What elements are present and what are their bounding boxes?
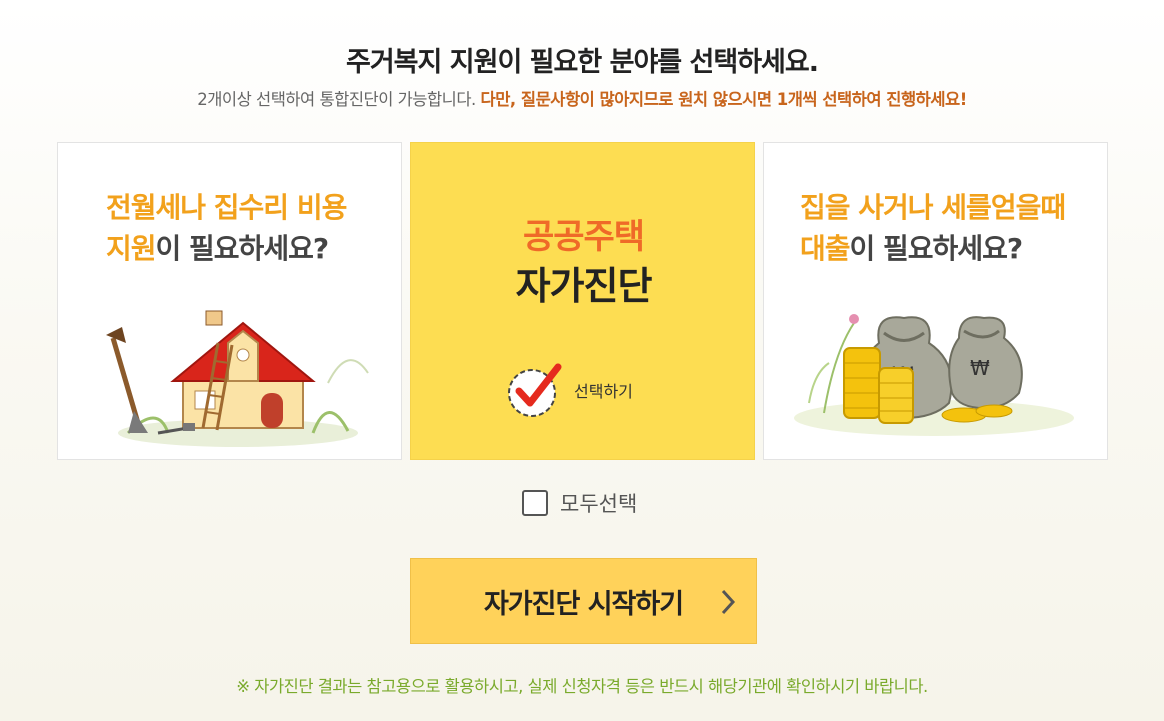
subtitle-info: 2개이상 선택하여 통합진단이 가능합니다. [197, 90, 481, 109]
select-label: 선택하기 [574, 382, 633, 401]
card-heading: 자가진단 [515, 264, 653, 308]
money-bags-illustration: ₩ ₩ [794, 314, 1074, 436]
select-all-label: 모두선택 [560, 492, 638, 516]
card-heading: 전월세나 집수리 비용 지원이 필요하세요? [106, 191, 347, 265]
subtitle-warning: 다만, 질문사항이 많아지므로 원치 않으시면 1개씩 선택하여 진행하세요! [480, 90, 968, 109]
select-indicator[interactable]: 선택하기 [506, 361, 633, 419]
page-subtitle: 2개이상 선택하여 통합진단이 가능합니다. 다만, 질문사항이 많아지므로 원… [0, 86, 1164, 110]
select-all[interactable]: 모두선택 [522, 488, 637, 518]
card-rent-repair-support[interactable]: 전월세나 집수리 비용 지원이 필요하세요? [57, 142, 402, 460]
card-housing-loan[interactable]: 집을 사거나 세를얻을때 대출이 필요하세요? ₩ ₩ [763, 142, 1108, 460]
card-heading: 집을 사거나 세를얻을때 대출이 필요하세요? [800, 191, 1066, 265]
check-icon [508, 363, 562, 417]
disclaimer-notice: ※ 자가진단 결과는 참고용으로 활용하시고, 실제 신청자격 등은 반드시 해… [236, 677, 928, 696]
select-all-checkbox[interactable] [522, 490, 548, 516]
start-button-label: 자가진단 시작하기 [483, 588, 684, 620]
chevron-right-icon [721, 589, 736, 615]
card-public-housing-selfcheck[interactable]: 공공주택 자가진단 선택하기 [410, 142, 755, 460]
start-selfcheck-button[interactable]: 자가진단 시작하기 [410, 558, 757, 644]
svg-text:₩: ₩ [970, 356, 990, 380]
page-title: 주거복지 지원이 필요한 분야를 선택하세요. [346, 47, 819, 78]
card-heading-accent: 공공주택 [522, 217, 645, 257]
house-illustration [106, 310, 369, 447]
